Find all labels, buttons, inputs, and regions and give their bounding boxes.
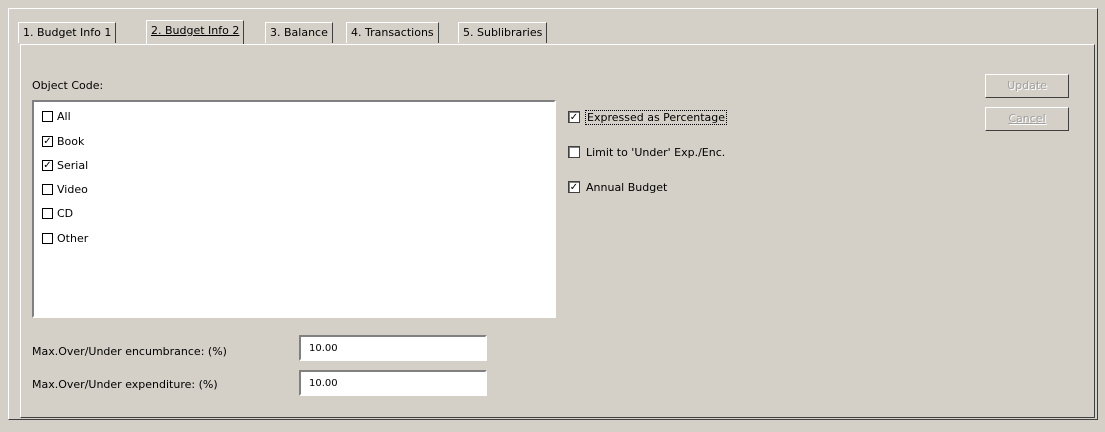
limit-to-under-label: Limit to 'Under' Exp./Enc.	[586, 145, 726, 159]
limit-to-under-option[interactable]: Limit to 'Under' Exp./Enc.	[568, 144, 725, 160]
object-code-label: Object Code:	[32, 79, 104, 92]
list-item-label: All	[57, 109, 71, 123]
list-item-label: Video	[57, 182, 88, 196]
list-item-cd[interactable]: CD	[42, 204, 73, 222]
annual-budget-checkbox[interactable]: ✓	[568, 181, 580, 193]
limit-to-under-checkbox[interactable]	[568, 146, 580, 158]
annual-budget-label: Annual Budget	[586, 180, 668, 194]
expenditure-input[interactable]: 10.00	[299, 370, 487, 396]
list-item-label: Other	[57, 231, 89, 245]
tab-transactions[interactable]: 4. Transactions	[346, 22, 439, 43]
list-item-other[interactable]: Other	[42, 229, 88, 247]
expressed-as-percentage-option[interactable]: ✓ Expressed as Percentage	[568, 109, 728, 125]
update-button[interactable]: Update	[985, 74, 1069, 98]
tab-sublibraries[interactable]: 5. Sublibraries	[458, 22, 548, 43]
expressed-as-percentage-checkbox[interactable]: ✓	[568, 111, 580, 123]
list-item-label: Book	[57, 134, 85, 148]
checkbox-all[interactable]	[42, 110, 53, 122]
list-item-serial[interactable]: ✓ Serial	[42, 156, 88, 174]
tab-budget-info-1[interactable]: 1. Budget Info 1	[18, 22, 117, 43]
expenditure-label: Max.Over/Under expenditure: (%)	[32, 378, 218, 391]
list-item-video[interactable]: Video	[42, 180, 88, 198]
checkbox-video[interactable]	[42, 183, 53, 195]
checkbox-serial[interactable]: ✓	[42, 159, 53, 171]
tab-budget-info-2[interactable]: 2. Budget Info 2	[146, 20, 245, 44]
encumbrance-label: Max.Over/Under encumbrance: (%)	[32, 345, 227, 358]
expressed-as-percentage-label: Expressed as Percentage	[584, 109, 728, 125]
checkbox-other[interactable]	[42, 232, 53, 244]
list-item-label: Serial	[57, 158, 89, 172]
encumbrance-input[interactable]: 10.00	[299, 335, 487, 361]
checkbox-book[interactable]: ✓	[42, 135, 53, 147]
cancel-button[interactable]: Cancel	[985, 107, 1069, 131]
tab-balance[interactable]: 3. Balance	[265, 22, 333, 43]
annual-budget-option[interactable]: ✓ Annual Budget	[568, 179, 667, 195]
list-item-label: CD	[57, 206, 74, 220]
object-code-listbox[interactable]: All ✓ Book ✓ Serial Video CD Other	[32, 100, 556, 318]
checkbox-cd[interactable]	[42, 207, 53, 219]
list-item-all[interactable]: All	[42, 107, 71, 125]
list-item-book[interactable]: ✓ Book	[42, 132, 84, 150]
